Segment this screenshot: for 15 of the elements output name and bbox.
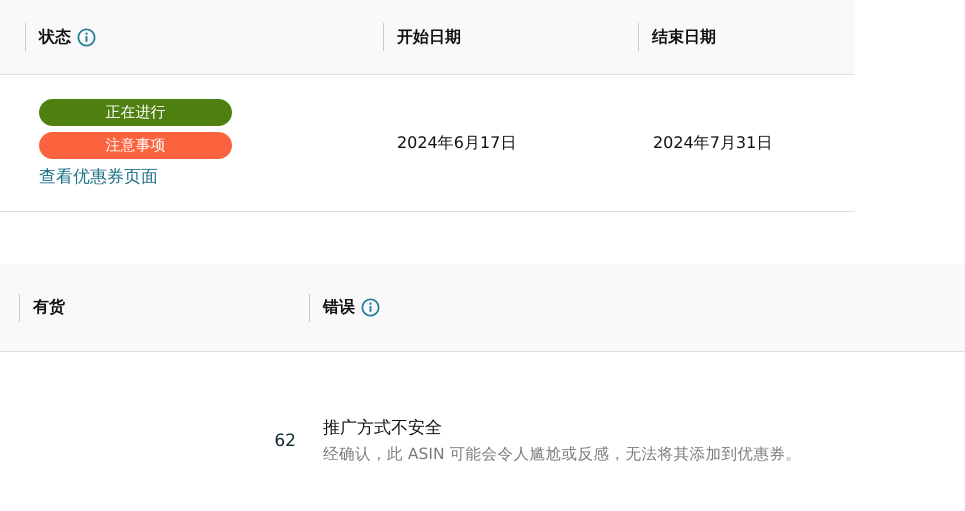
column-header: 开始日期 [397, 26, 461, 48]
column-header: 错误 [323, 297, 355, 318]
column-header: 结束日期 [652, 26, 716, 48]
info-icon[interactable] [77, 28, 96, 46]
error-title: 推广方式不安全 [323, 417, 443, 439]
view-coupon-link[interactable]: 查看优惠券页面 [39, 164, 158, 188]
info-icon[interactable] [361, 298, 380, 317]
column-header: 有货 [33, 297, 65, 318]
status-badge: 正在进行 [39, 98, 232, 126]
start-date: 2024年6月17日 [397, 132, 518, 154]
status-badge: 注意事项 [39, 132, 232, 158]
end-date: 2024年7月31日 [653, 132, 774, 154]
error-description: 经确认，此 ASIN 可能会令人尴尬或反感，无法将其添加到优惠券。 [323, 444, 802, 465]
stock-count: 62 [273, 430, 296, 450]
column-header: 状态 [39, 26, 71, 48]
